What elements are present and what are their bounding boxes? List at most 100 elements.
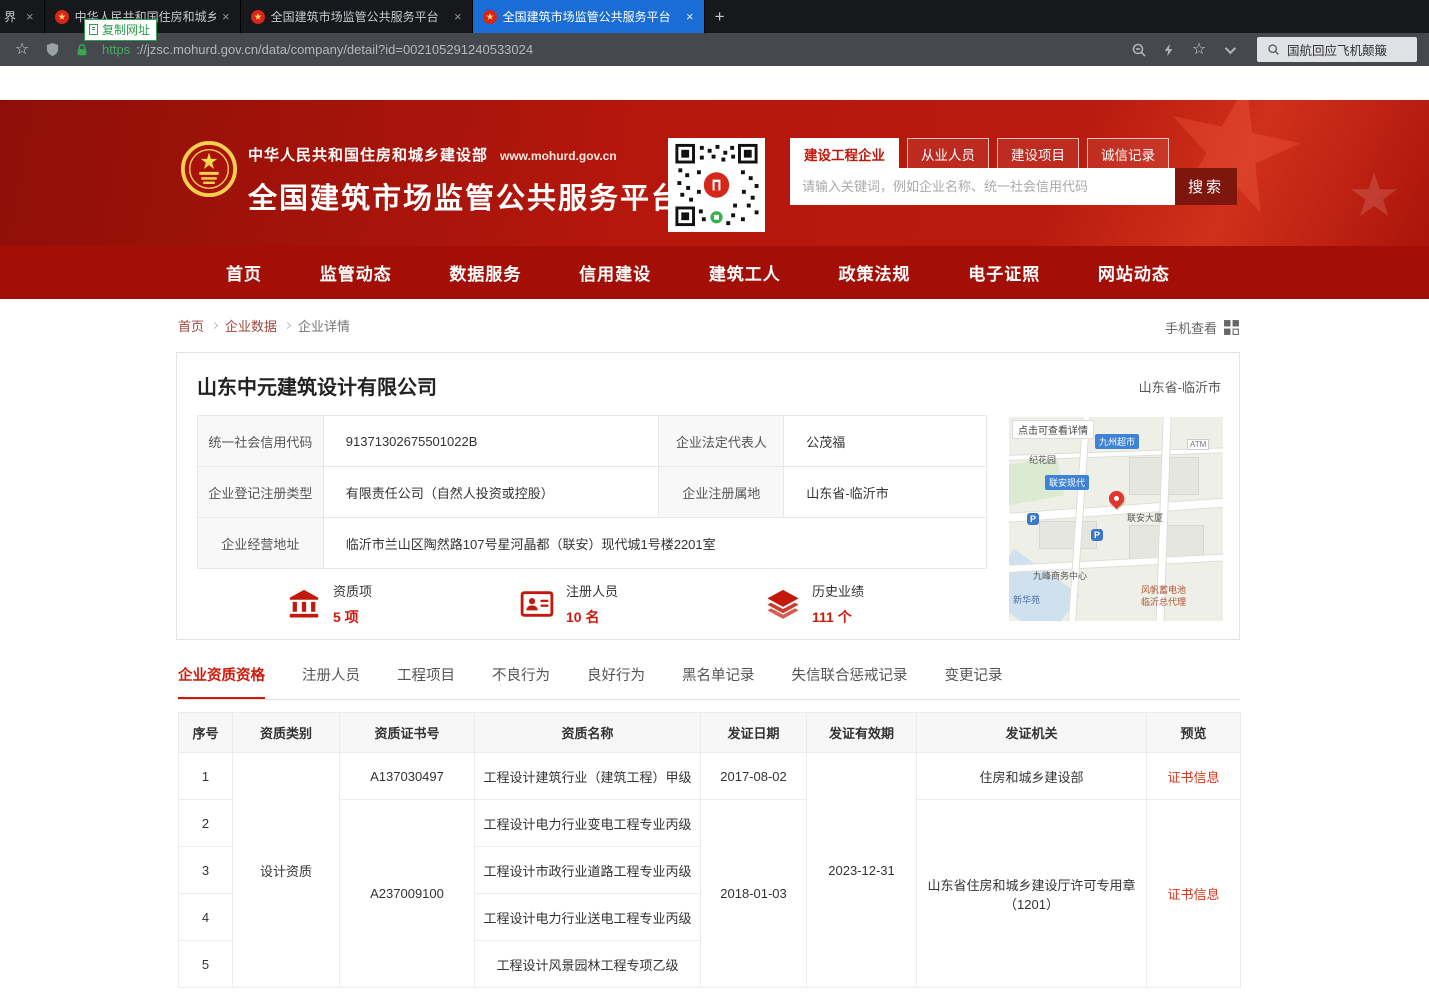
lightning-icon[interactable] bbox=[1159, 40, 1179, 60]
page-shield-icon[interactable] bbox=[42, 40, 62, 60]
map-label: 九州超市 bbox=[1095, 434, 1139, 449]
tab-dishonesty-records[interactable]: 失信联合惩戒记录 bbox=[792, 664, 908, 699]
copy-url-tooltip: 复制网址 bbox=[84, 19, 157, 41]
nav-item-workers[interactable]: 建筑工人 bbox=[709, 260, 781, 285]
col-name: 资质名称 bbox=[475, 713, 701, 753]
reg-region-label: 企业注册属地 bbox=[659, 467, 784, 518]
stat-historical-performance[interactable]: 历史业绩 111 个 bbox=[766, 581, 864, 627]
tab-close-icon[interactable]: × bbox=[686, 9, 694, 24]
nav-item-data-service[interactable]: 数据服务 bbox=[449, 260, 521, 285]
site-favicon-icon bbox=[55, 10, 69, 24]
cell-authority: 住房和城乡建设部 bbox=[917, 753, 1147, 800]
qr-grid-icon bbox=[1223, 319, 1240, 336]
https-lock-icon[interactable] bbox=[72, 40, 92, 60]
breadcrumb-home[interactable]: 首页 bbox=[178, 316, 204, 335]
tab-close-icon[interactable]: × bbox=[454, 9, 462, 24]
tab-registered-personnel[interactable]: 注册人员 bbox=[302, 664, 360, 699]
company-stats: 资质项 5 项 注册人员 10 名 历史 bbox=[287, 581, 864, 627]
map-label: 临沂总代理 bbox=[1141, 595, 1186, 608]
cell-authority: 山东省住房和城乡建设厅许可专用章（1201） bbox=[917, 800, 1147, 988]
search-tab-project[interactable]: 建设项目 bbox=[997, 138, 1079, 168]
tab-qualifications[interactable]: 企业资质资格 bbox=[178, 664, 265, 699]
col-cert-no: 资质证书号 bbox=[340, 713, 475, 753]
map-label: 新华苑 bbox=[1013, 593, 1040, 606]
header-search-area: 建设工程企业 从业人员 建设项目 诚信记录 搜索 bbox=[790, 138, 1237, 205]
zoom-out-icon[interactable] bbox=[1129, 40, 1149, 60]
stat-qualifications[interactable]: 资质项 5 项 bbox=[287, 581, 372, 627]
mini-map[interactable]: 点击可查看详情 九州超市 ATM 纪花园 联安现代 联安大厦 九峰商务中心 新华… bbox=[1009, 417, 1223, 621]
tab-bad-behavior[interactable]: 不良行为 bbox=[492, 664, 550, 699]
mobile-view-button[interactable]: 手机查看 bbox=[1165, 318, 1240, 337]
partial-tab-label: 界 bbox=[4, 8, 16, 25]
company-summary-card: 山东中元建筑设计有限公司 山东省-临沂市 统一社会信用代码 9137130267… bbox=[176, 352, 1240, 640]
site-favicon-icon bbox=[251, 10, 265, 24]
search-icon bbox=[1267, 43, 1280, 56]
nav-item-site-news[interactable]: 网站动态 bbox=[1098, 260, 1170, 285]
address-bar[interactable]: https ://jzsc.mohurd.gov.cn/data/company/… bbox=[102, 42, 533, 57]
url-text: ://jzsc.mohurd.gov.cn/data/company/detai… bbox=[136, 42, 533, 57]
browser-tab-jzsc-active[interactable]: 全国建筑市场监管公共服务平台 × bbox=[473, 0, 705, 33]
tab-projects[interactable]: 工程项目 bbox=[397, 664, 455, 699]
legal-rep-label: 企业法定代表人 bbox=[659, 416, 784, 467]
cell-name: 工程设计风景园林工程专项乙级 bbox=[475, 941, 701, 988]
cell-name: 工程设计电力行业变电工程专业丙级 bbox=[475, 800, 701, 847]
breadcrumb-separator-icon bbox=[284, 322, 291, 329]
certificate-info-link[interactable]: 证书信息 bbox=[1147, 800, 1241, 988]
decor-star-icon bbox=[1347, 166, 1401, 226]
keyword-search-input[interactable] bbox=[790, 168, 1175, 205]
stat-label: 资质项 bbox=[333, 581, 372, 600]
col-serial: 序号 bbox=[179, 713, 233, 753]
hot-search-box[interactable]: 国航回应飞机颠簸 bbox=[1257, 37, 1417, 62]
chevron-down-icon[interactable] bbox=[1219, 40, 1239, 60]
site-header: 中华人民共和国住房和城乡建设部 www.mohurd.gov.cn 全国建筑市场… bbox=[0, 100, 1429, 246]
search-button[interactable]: 搜索 bbox=[1175, 168, 1237, 205]
bookmark-star-icon[interactable]: ☆ bbox=[12, 40, 32, 60]
site-favicon-icon bbox=[483, 10, 497, 24]
browser-tab-partial[interactable]: 界 × bbox=[0, 0, 45, 33]
breadcrumb-company-data[interactable]: 企业数据 bbox=[225, 316, 277, 335]
reg-region-value: 山东省-临沂市 bbox=[784, 467, 987, 518]
cell-serial: 1 bbox=[179, 753, 233, 800]
nav-item-home[interactable]: 首页 bbox=[226, 260, 262, 285]
tab-close-icon[interactable]: × bbox=[26, 9, 34, 24]
parking-icon: P bbox=[1027, 513, 1039, 525]
reg-type-value: 有限责任公司（自然人投资或控股） bbox=[323, 467, 659, 518]
certificate-info-link[interactable]: 证书信息 bbox=[1147, 753, 1241, 800]
cell-serial: 5 bbox=[179, 941, 233, 988]
legal-rep-value: 公茂福 bbox=[784, 416, 987, 467]
tab-good-behavior[interactable]: 良好行为 bbox=[587, 664, 645, 699]
nav-item-credit[interactable]: 信用建设 bbox=[579, 260, 651, 285]
search-tab-credit[interactable]: 诚信记录 bbox=[1087, 138, 1169, 168]
nav-item-e-license[interactable]: 电子证照 bbox=[968, 260, 1040, 285]
tab-close-icon[interactable]: × bbox=[222, 9, 230, 24]
ministry-website: www.mohurd.gov.cn bbox=[500, 149, 617, 163]
favorite-star-icon[interactable]: ☆ bbox=[1189, 40, 1209, 60]
breadcrumb: 首页 企业数据 企业详情 bbox=[178, 316, 350, 335]
nav-item-policy[interactable]: 政策法规 bbox=[839, 260, 911, 285]
cell-name: 工程设计建筑行业（建筑工程）甲级 bbox=[475, 753, 701, 800]
search-tab-personnel[interactable]: 从业人员 bbox=[907, 138, 989, 168]
browser-tab-jzsc-1[interactable]: 全国建筑市场监管公共服务平台 × bbox=[241, 0, 473, 33]
platform-title: 全国建筑市场监管公共服务平台 bbox=[248, 175, 682, 217]
new-tab-button[interactable]: + bbox=[705, 0, 735, 33]
cell-cert-no: A137030497 bbox=[340, 753, 475, 800]
id-card-icon bbox=[520, 587, 554, 621]
table-row: 企业经营地址 临沂市兰山区陶然路107号星河晶都（联安）现代城1号楼2201室 bbox=[198, 518, 987, 569]
cell-name: 工程设计市政行业道路工程专业丙级 bbox=[475, 847, 701, 894]
nav-item-supervision[interactable]: 监管动态 bbox=[320, 260, 392, 285]
ministry-name: 中华人民共和国住房和城乡建设部 bbox=[248, 144, 488, 165]
map-label: ATM bbox=[1187, 439, 1209, 450]
search-tab-enterprise[interactable]: 建设工程企业 bbox=[790, 138, 899, 168]
map-label: 联安现代 bbox=[1045, 475, 1089, 490]
table-row: 统一社会信用代码 91371302675501022B 企业法定代表人 公茂福 bbox=[198, 416, 987, 467]
map-block bbox=[1039, 521, 1097, 549]
cell-serial: 4 bbox=[179, 894, 233, 941]
tab-blacklist[interactable]: 黑名单记录 bbox=[682, 664, 755, 699]
stat-registered-personnel[interactable]: 注册人员 10 名 bbox=[520, 581, 618, 627]
map-label: 九峰商务中心 bbox=[1033, 569, 1087, 582]
col-validity: 发证有效期 bbox=[807, 713, 917, 753]
tab-change-records[interactable]: 变更记录 bbox=[945, 664, 1003, 699]
url-scheme: https bbox=[102, 42, 130, 57]
map-hint: 点击可查看详情 bbox=[1012, 420, 1094, 439]
tab-title: 全国建筑市场监管公共服务平台 bbox=[503, 8, 671, 25]
